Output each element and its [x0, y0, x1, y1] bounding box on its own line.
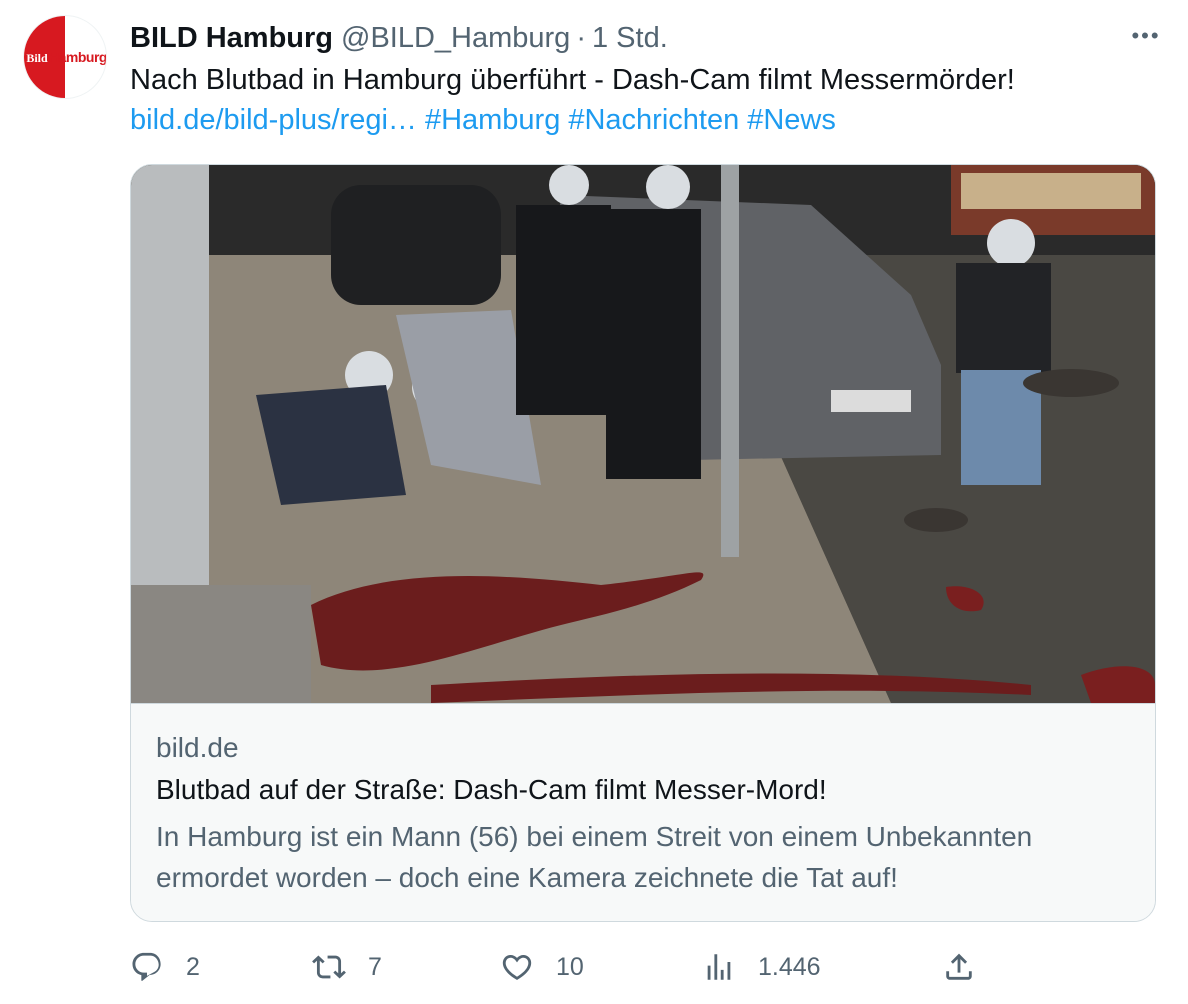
card-title: Blutbad auf der Straße: Dash-Cam filmt M… — [156, 774, 827, 805]
lamp-post — [721, 165, 739, 557]
hashtag-hamburg[interactable]: #Hamburg — [425, 104, 560, 136]
tweet-header: BILD Hamburg @BILD_Hamburg · 1 Std. — [130, 18, 668, 58]
user-handle[interactable]: @BILD_Hamburg — [341, 22, 570, 55]
person-4-head — [646, 165, 690, 209]
more-options-button[interactable]: ••• — [1126, 22, 1166, 50]
article-link[interactable]: bild.de/bild-plus/regi… — [130, 104, 417, 136]
crime-scene-photo — [131, 165, 1155, 703]
like-button[interactable]: 10 — [500, 942, 584, 992]
person-5-head — [987, 219, 1035, 267]
share-button[interactable] — [942, 942, 998, 992]
display-name[interactable]: BILD Hamburg — [130, 22, 333, 55]
reply-icon — [132, 952, 161, 981]
tweet-actions: 2 7 10 1.446 — [130, 942, 980, 992]
views-chart-icon — [707, 954, 731, 980]
hashtag-nachrichten[interactable]: #Nachrichten — [568, 104, 739, 136]
bild-logo: Bild — [26, 47, 48, 69]
heart-icon — [502, 954, 532, 980]
retweet-count: 7 — [368, 952, 382, 981]
reply-button[interactable]: 2 — [130, 942, 200, 992]
person-5-jacket — [956, 263, 1051, 373]
like-count: 10 — [556, 952, 584, 981]
card-description: In Hamburg ist ein Mann (56) bei einem S… — [156, 821, 1033, 893]
person-1-body — [256, 385, 406, 505]
tweet[interactable]: Bild Hamburg BILD Hamburg @BILD_Hamburg … — [0, 0, 1188, 1004]
person-3-body — [516, 205, 611, 415]
card-domain: bild.de — [156, 732, 239, 763]
retweet-button[interactable]: 7 — [312, 942, 382, 992]
license-plate — [831, 390, 911, 412]
blood-stain-2 — [1081, 666, 1155, 703]
link-preview-card[interactable]: bild.de Blutbad auf der Straße: Dash-Cam… — [130, 164, 1156, 922]
card-body[interactable]: bild.de Blutbad auf der Straße: Dash-Cam… — [131, 703, 1155, 921]
tweet-links: bild.de/bild-plus/regi… #Hamburg #Nachrich… — [130, 100, 844, 140]
building-wall — [131, 165, 209, 595]
manhole-2 — [1023, 369, 1119, 397]
wall-base — [131, 585, 311, 703]
black-car — [331, 185, 501, 305]
share-icon — [946, 953, 972, 980]
person-3-head — [549, 165, 589, 205]
tweet-text: Nach Blutbad in Hamburg überführt - Dash… — [130, 64, 1015, 96]
hashtag-news[interactable]: #News — [747, 104, 836, 136]
reply-count: 2 — [186, 952, 200, 981]
views-button[interactable]: 1.446 — [702, 942, 821, 992]
more-icon: ••• — [1131, 23, 1161, 48]
avatar[interactable]: Bild Hamburg — [24, 16, 106, 98]
timestamp[interactable]: 1 Std. — [592, 22, 668, 55]
avatar-city-text: Hamburg — [49, 49, 106, 65]
card-image[interactable] — [131, 165, 1155, 703]
retweet-icon — [312, 955, 346, 979]
manhole-1 — [904, 508, 968, 532]
person-4-body — [606, 209, 701, 479]
views-count: 1.446 — [758, 952, 821, 981]
separator-dot: · — [576, 21, 586, 54]
shop-signs — [961, 173, 1141, 209]
